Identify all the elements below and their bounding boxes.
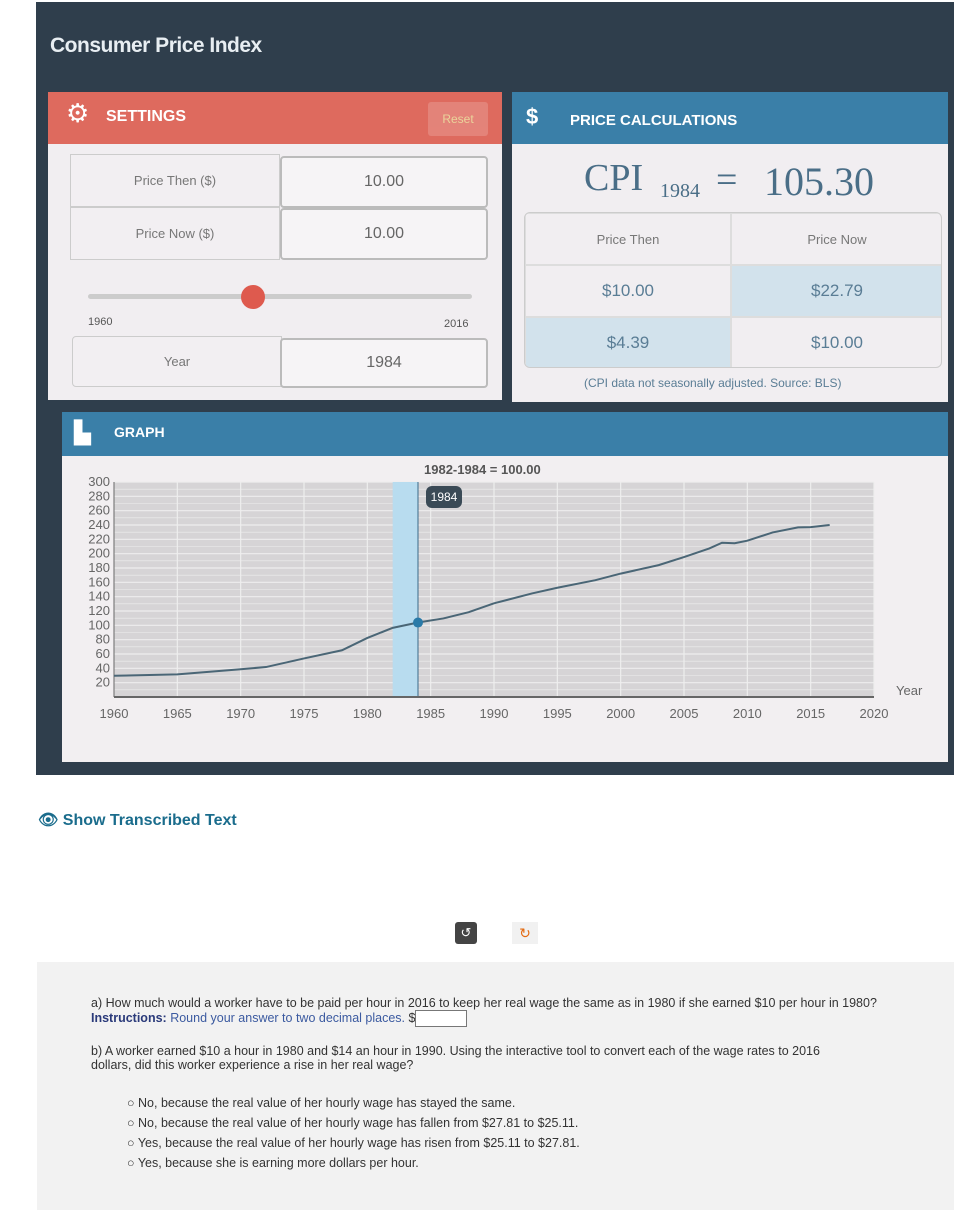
year-marker-label: 1984 bbox=[431, 490, 458, 504]
show-transcribed-link[interactable]: 👁 Show Transcribed Text bbox=[38, 810, 237, 830]
x-tick-label: 2015 bbox=[796, 706, 825, 721]
x-tick-label: 1995 bbox=[543, 706, 572, 721]
year-label: Year bbox=[72, 336, 282, 387]
question-b-text: b) A worker earned $10 a hour in 1980 an… bbox=[91, 1044, 820, 1072]
slider-max-label: 2016 bbox=[444, 318, 469, 330]
price-now-input[interactable]: 10.00 bbox=[280, 208, 488, 260]
y-tick-label: 300 bbox=[88, 474, 110, 489]
y-tick-label: 240 bbox=[88, 517, 110, 532]
graph-title: GRAPH bbox=[114, 424, 165, 440]
y-tick-label: 80 bbox=[96, 632, 110, 647]
gear-icon: ⚙ bbox=[66, 98, 90, 128]
year-slider-handle[interactable] bbox=[241, 285, 265, 309]
answer-option[interactable]: ○ No, because the real value of her hour… bbox=[127, 1116, 580, 1130]
redo-button[interactable]: ↻ bbox=[512, 922, 538, 944]
row1-price-now: $22.79 bbox=[731, 265, 941, 317]
base-period-highlight bbox=[392, 482, 418, 697]
option-label: Yes, because the real value of her hourl… bbox=[137, 1136, 580, 1150]
instructions-label: Instructions: bbox=[91, 1010, 167, 1025]
price-calculations-panel: $ PRICE CALCULATIONS CPI 1984 = 105.30 P… bbox=[512, 92, 948, 402]
cpi-label: CPI bbox=[584, 157, 644, 199]
row2-price-now: $10.00 bbox=[731, 317, 941, 367]
undo-button[interactable]: ↺ bbox=[455, 922, 477, 944]
radio-button[interactable]: ○ bbox=[127, 1096, 138, 1110]
chart-title: 1982-1984 = 100.00 bbox=[424, 462, 541, 477]
option-label: No, because the real value of her hourly… bbox=[138, 1096, 516, 1110]
x-tick-label: 1990 bbox=[480, 706, 509, 721]
reset-button[interactable]: Reset bbox=[428, 102, 488, 136]
answer-option[interactable]: ○ Yes, because she is earning more dolla… bbox=[127, 1156, 580, 1170]
question-a: a) How much would a worker have to be pa… bbox=[91, 996, 901, 1027]
row2-price-then: $4.39 bbox=[525, 317, 731, 367]
y-tick-label: 200 bbox=[88, 546, 110, 561]
currency-sign: $ bbox=[408, 1010, 416, 1025]
x-tick-label: 1965 bbox=[163, 706, 192, 721]
x-tick-label: 2010 bbox=[733, 706, 762, 721]
data-source-note: (CPI data not seasonally adjusted. Sourc… bbox=[584, 376, 842, 390]
col-price-then: Price Then bbox=[525, 213, 731, 265]
option-label: No, because the real value of her hourly… bbox=[138, 1116, 579, 1130]
app-title: Consumer Price Index bbox=[50, 34, 262, 57]
question-panel: a) How much would a worker have to be pa… bbox=[37, 962, 954, 1210]
money-chart-icon: $ bbox=[526, 104, 539, 129]
settings-header: ⚙ SETTINGS Reset bbox=[48, 92, 502, 144]
eye-icon: 👁 bbox=[38, 812, 63, 829]
y-tick-label: 260 bbox=[88, 503, 110, 518]
y-tick-label: 60 bbox=[96, 646, 110, 661]
y-tick-label: 280 bbox=[88, 488, 110, 503]
show-transcribed-label: Show Transcribed Text bbox=[62, 812, 237, 829]
y-tick-label: 100 bbox=[88, 617, 110, 632]
cpi-value: 105.30 bbox=[764, 159, 874, 204]
radio-button[interactable]: ○ bbox=[127, 1156, 138, 1170]
x-tick-label: 2000 bbox=[606, 706, 635, 721]
y-tick-label: 20 bbox=[96, 675, 110, 690]
year-input[interactable]: 1984 bbox=[280, 338, 488, 388]
option-label: Yes, because she is earning more dollars… bbox=[137, 1156, 419, 1170]
cpi-year: 1984 bbox=[660, 180, 700, 202]
graph-header: ▙ GRAPH bbox=[62, 412, 948, 456]
radio-button[interactable]: ○ bbox=[127, 1116, 138, 1130]
y-tick-label: 180 bbox=[88, 560, 110, 575]
x-tick-label: 1985 bbox=[416, 706, 445, 721]
year-marker-point bbox=[413, 617, 423, 628]
answer-a-input[interactable] bbox=[415, 1010, 468, 1027]
x-tick-label: 1970 bbox=[226, 706, 255, 721]
y-tick-label: 140 bbox=[88, 589, 110, 604]
y-tick-label: 160 bbox=[88, 574, 110, 589]
answer-options: ○ No, because the real value of her hour… bbox=[127, 1090, 580, 1176]
x-tick-label: 2020 bbox=[860, 706, 889, 721]
x-tick-label: 2005 bbox=[670, 706, 699, 721]
answer-option[interactable]: ○ Yes, because the real value of her hou… bbox=[127, 1136, 580, 1150]
row1-price-then: $10.00 bbox=[525, 265, 731, 317]
x-tick-label: 1980 bbox=[353, 706, 382, 721]
price-then-input[interactable]: 10.00 bbox=[280, 156, 488, 208]
x-axis-label: Year bbox=[896, 683, 923, 698]
price-table: Price Then Price Now $10.00 $22.79 $4.39… bbox=[524, 212, 942, 368]
calc-title: PRICE CALCULATIONS bbox=[570, 112, 738, 129]
radio-button[interactable]: ○ bbox=[127, 1136, 138, 1150]
instructions-text: Round your answer to two decimal places. bbox=[170, 1010, 406, 1025]
x-tick-label: 1960 bbox=[100, 706, 129, 721]
y-tick-label: 220 bbox=[88, 531, 110, 546]
answer-option[interactable]: ○ No, because the real value of her hour… bbox=[127, 1096, 580, 1110]
y-tick-label: 40 bbox=[96, 660, 110, 675]
bar-chart-icon: ▙ bbox=[74, 420, 91, 445]
calc-header: $ PRICE CALCULATIONS bbox=[512, 92, 948, 144]
col-price-now: Price Now bbox=[731, 213, 941, 265]
question-a-text: a) How much would a worker have to be pa… bbox=[91, 996, 877, 1010]
x-tick-label: 1975 bbox=[290, 706, 319, 721]
settings-title: SETTINGS bbox=[106, 108, 187, 125]
equals-sign: = bbox=[716, 159, 738, 201]
slider-min-label: 1960 bbox=[88, 316, 113, 328]
year-slider[interactable] bbox=[88, 294, 472, 299]
cpi-chart[interactable]: 2040608010012014016018020022024026028030… bbox=[62, 456, 948, 762]
price-then-label: Price Then ($) bbox=[70, 154, 280, 207]
price-now-label: Price Now ($) bbox=[70, 207, 280, 260]
settings-panel: ⚙ SETTINGS Reset Price Then ($) 10.00 Pr… bbox=[48, 92, 502, 400]
y-tick-label: 120 bbox=[88, 603, 110, 618]
